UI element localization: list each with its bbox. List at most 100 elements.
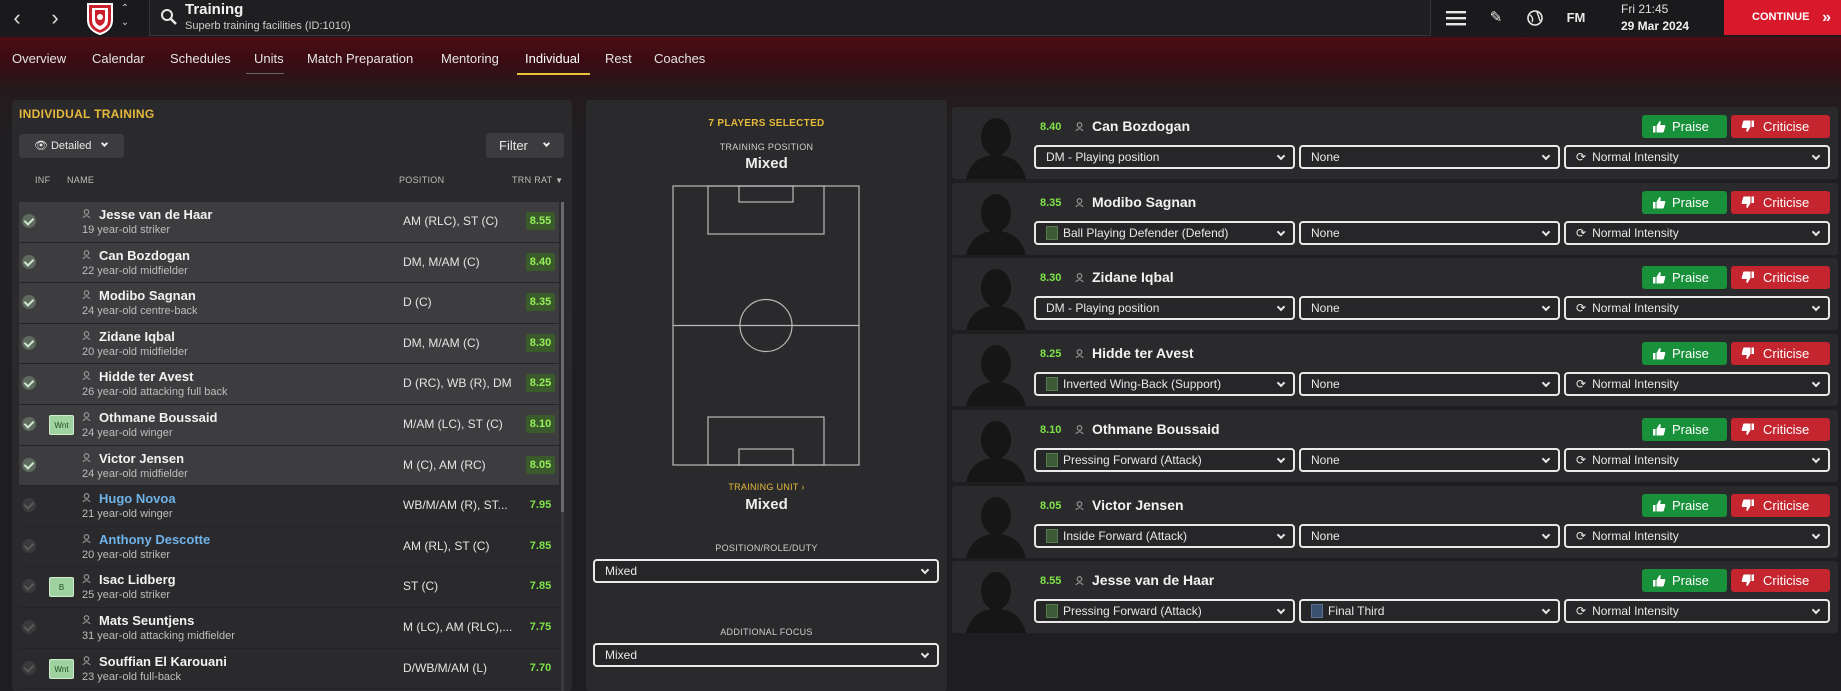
player-row[interactable]: Mats Seuntjens 31 year-old attacking midf… [19,608,559,649]
player-name[interactable]: Othmane Boussaid [1092,421,1220,437]
player-silhouette[interactable] [958,182,1034,255]
additional-focus-dropdown[interactable]: None [1299,145,1560,169]
select-check-icon[interactable] [22,376,36,391]
intensity-dropdown[interactable]: ⟳ Normal Intensity [1564,447,1830,472]
player-name[interactable]: Isac Lidberg [99,572,176,587]
player-silhouette[interactable] [958,107,1034,179]
player-row[interactable]: Hugo Novoa 21 year-old winger WB/M/AM (R),… [19,486,559,527]
additional-focus-dropdown[interactable]: None [1299,523,1560,548]
player-row[interactable]: Anthony Descotte 20 year-old striker AM (R… [19,527,559,568]
tab-overview[interactable]: Overview [12,51,66,66]
role-dropdown[interactable]: Inverted Wing-Back (Support) [1034,372,1295,397]
player-silhouette[interactable] [958,561,1034,634]
column-header-name[interactable]: NAME [67,175,94,185]
player-row[interactable]: Wnt Othmane Boussaid 24 year-old winger M/A… [19,404,559,446]
tab-rest[interactable]: Rest [605,51,632,66]
title-box[interactable]: Training Superb training facilities (ID:… [149,0,1431,36]
criticise-button[interactable]: Criticise [1731,266,1830,290]
role-dropdown[interactable]: Pressing Forward (Attack) [1034,599,1295,624]
club-switch-arrows[interactable]: ⌃ ⌄ [118,2,132,34]
praise-button[interactable]: Praise [1642,190,1727,214]
club-badge[interactable] [82,0,118,36]
player-name[interactable]: Hidde ter Avest [99,369,193,384]
position-role-duty-dropdown[interactable]: Mixed [593,559,939,583]
select-check-icon[interactable] [22,335,36,350]
select-check-icon[interactable] [22,416,36,431]
pitch-diagram[interactable] [672,185,860,466]
tab-match-preparation[interactable]: Match Preparation [307,51,413,66]
praise-button[interactable]: Praise [1642,266,1727,290]
player-status-badge[interactable]: Wnt [49,658,74,679]
select-check-icon[interactable] [22,538,36,553]
player-name[interactable]: Modibo Sagnan [99,288,196,303]
criticise-button[interactable]: Criticise [1731,569,1830,593]
continue-button[interactable]: CONTINUE » [1724,0,1841,35]
intensity-dropdown[interactable]: ⟳ Normal Intensity [1564,599,1830,624]
role-dropdown[interactable]: Inside Forward (Attack) [1034,523,1295,548]
filter-button[interactable]: Filter [486,133,564,158]
player-row[interactable]: Jesse van de Haar 19 year-old striker AM (… [19,202,559,243]
player-row[interactable]: B Isac Lidberg 25 year-old striker ST (C) 7.… [19,567,559,608]
intensity-dropdown[interactable]: ⟳ Normal Intensity [1564,523,1830,548]
praise-button[interactable]: Praise [1642,417,1727,441]
player-name[interactable]: Jesse van de Haar [1092,572,1214,588]
player-silhouette[interactable] [958,485,1034,558]
player-name[interactable]: Can Bozdogan [1092,118,1190,134]
player-name[interactable]: Jesse van de Haar [99,207,212,222]
menu-icon[interactable] [1443,6,1469,30]
tab-mentoring[interactable]: Mentoring [441,51,499,66]
player-silhouette[interactable] [958,258,1034,331]
tab-schedules[interactable]: Schedules [170,51,231,66]
tab-calendar[interactable]: Calendar [92,51,145,66]
player-row[interactable]: Modibo Sagnan 24 year-old centre-back D (C… [19,283,559,324]
praise-button[interactable]: Praise [1642,569,1727,593]
player-name[interactable]: Zidane Iqbal [99,329,175,344]
column-header-trn-rat[interactable]: TRN RAT ▼ [512,175,563,185]
date-time[interactable]: Fri 21:45 29 Mar 2024 [1621,0,1724,36]
player-status-badge[interactable]: Wnt [49,414,74,435]
select-check-icon[interactable] [22,660,36,675]
praise-button[interactable]: Praise [1642,493,1727,517]
player-silhouette[interactable] [958,334,1034,407]
view-mode-button[interactable]: 👁 Detailed [19,134,124,158]
intensity-dropdown[interactable]: ⟳ Normal Intensity [1564,296,1830,321]
role-dropdown[interactable]: DM - Playing position [1034,145,1295,169]
select-check-icon[interactable] [22,579,36,594]
column-header-inf[interactable]: INF [35,175,50,185]
tab-coaches[interactable]: Coaches [654,51,705,66]
additional-focus-dropdown[interactable]: None [1299,447,1560,472]
column-header-position[interactable]: POSITION [399,175,444,185]
player-status-badge[interactable]: B [49,577,74,598]
player-name[interactable]: Victor Jensen [1092,497,1184,513]
fm-menu-button[interactable]: FM [1563,6,1589,30]
role-dropdown[interactable]: Pressing Forward (Attack) [1034,447,1295,472]
intensity-dropdown[interactable]: ⟳ Normal Intensity [1564,145,1830,169]
select-check-icon[interactable] [22,498,36,513]
praise-button[interactable]: Praise [1642,115,1727,138]
additional-focus-dropdown[interactable]: Final Third [1299,599,1560,624]
role-dropdown[interactable]: DM - Playing position [1034,296,1295,321]
player-row[interactable]: Victor Jensen 24 year-old midfielder M (C)… [19,445,559,487]
player-silhouette[interactable] [958,409,1034,482]
additional-focus-dropdown[interactable]: None [1299,372,1560,397]
select-check-icon[interactable] [22,214,36,228]
additional-focus-dropdown[interactable]: None [1299,220,1560,245]
criticise-button[interactable]: Criticise [1731,417,1830,441]
player-name[interactable]: Souffian El Karouani [99,654,227,669]
select-check-icon[interactable] [22,295,36,310]
player-name[interactable]: Can Bozdogan [99,248,190,263]
select-check-icon[interactable] [22,254,36,269]
criticise-button[interactable]: Criticise [1731,342,1830,366]
praise-button[interactable]: Praise [1642,342,1727,366]
player-name[interactable]: Zidane Iqbal [1092,269,1174,285]
tab-individual[interactable]: Individual [525,51,580,66]
globe-icon[interactable] [1522,6,1548,30]
player-name[interactable]: Anthony Descotte [99,532,210,547]
player-name[interactable]: Modibo Sagnan [1092,194,1196,210]
additional-focus-dropdown[interactable]: None [1299,296,1560,321]
additional-focus-dropdown[interactable]: Mixed [593,643,939,667]
player-name[interactable]: Victor Jensen [99,451,184,466]
intensity-dropdown[interactable]: ⟳ Normal Intensity [1564,372,1830,397]
player-row[interactable]: Can Bozdogan 22 year-old midfielder DM, M/… [19,242,559,284]
player-name[interactable]: Hugo Novoa [99,491,176,506]
